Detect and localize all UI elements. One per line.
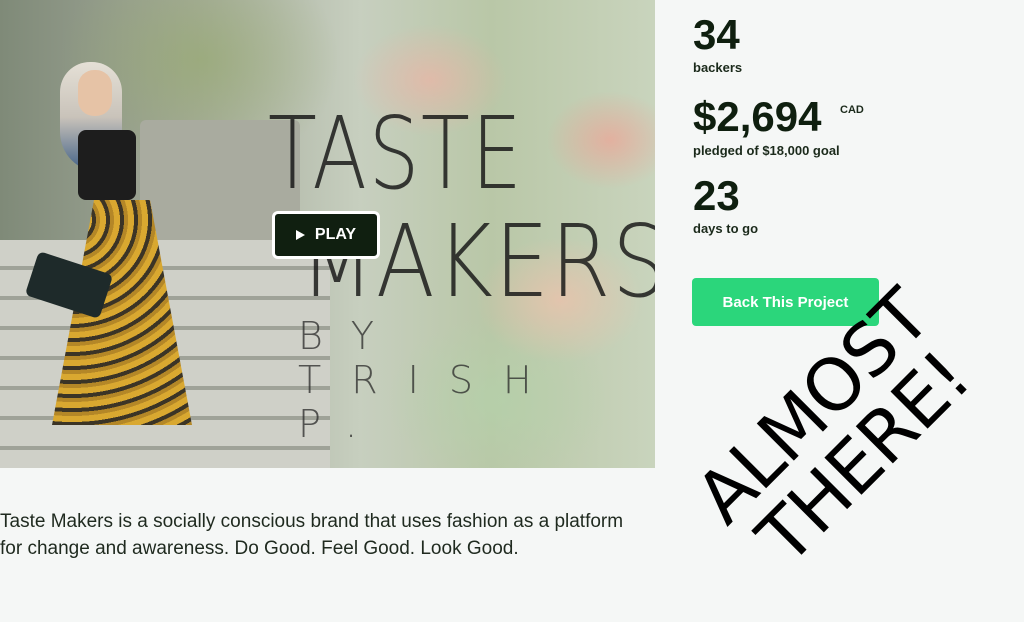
model-face xyxy=(78,70,112,116)
currency-label: CAD xyxy=(840,104,864,116)
project-description: Taste Makers is a socially conscious bra… xyxy=(0,511,624,559)
pledged-amount: $2,694 xyxy=(693,93,822,140)
days-count: 23 xyxy=(693,172,740,219)
backers-count: 34 xyxy=(693,11,740,58)
pledged-label: pledged of $18,000 goal xyxy=(693,143,840,158)
brand-logo-taste: TASTE xyxy=(268,95,524,212)
play-icon xyxy=(295,230,305,240)
project-video[interactable]: TASTE MAKERS BY TRISH P. PLAY xyxy=(0,0,655,468)
days-label: days to go xyxy=(693,221,759,236)
play-label: PLAY xyxy=(314,226,357,243)
play-button[interactable]: PLAY xyxy=(272,211,380,259)
model-top xyxy=(78,130,136,200)
brand-logo-byline: BY TRISH P. xyxy=(298,314,562,446)
backers-label: backers xyxy=(693,60,743,75)
